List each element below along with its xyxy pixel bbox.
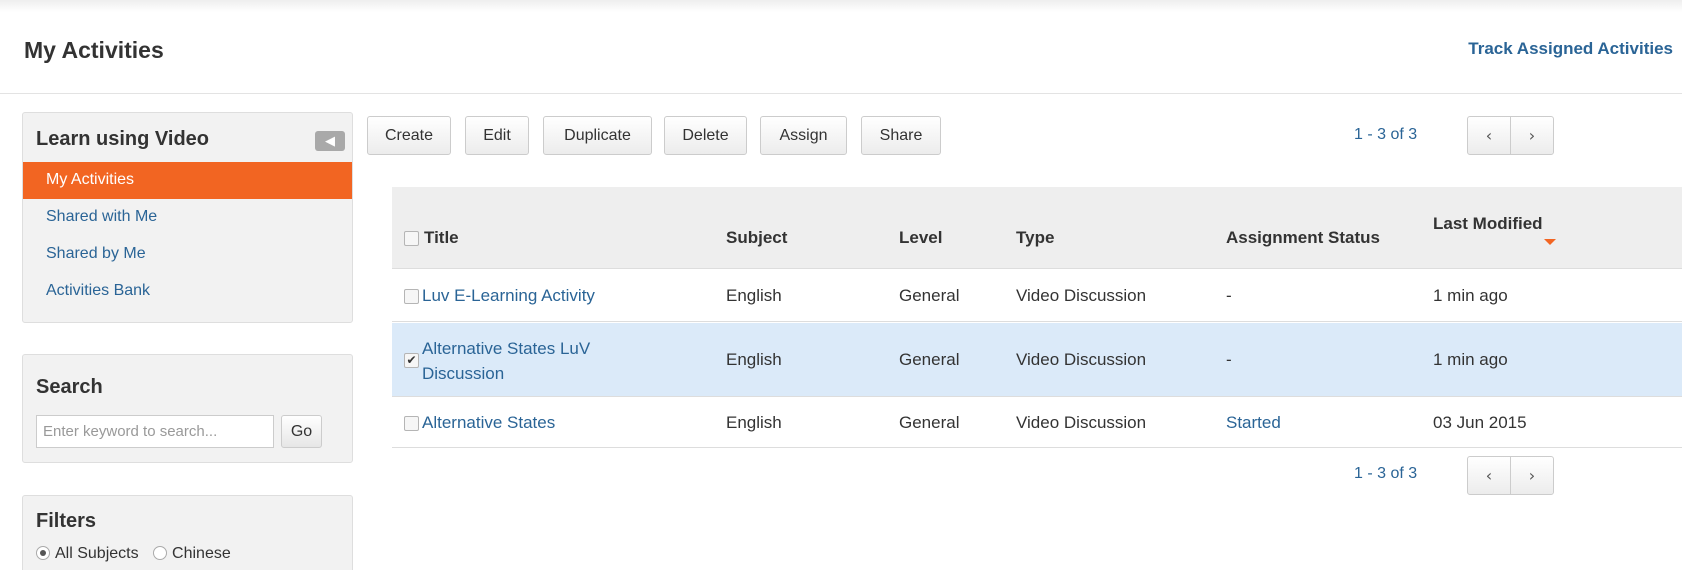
nav-list: My Activities Shared with Me Shared by M…	[23, 162, 352, 310]
filter-option-label: Chinese	[172, 545, 231, 562]
row-status-link[interactable]: Started	[1226, 413, 1281, 433]
create-button[interactable]: Create	[367, 116, 451, 155]
table-row[interactable]: ✔ Alternative States LuV Discussion Engl…	[392, 323, 1682, 397]
row-status: -	[1226, 350, 1232, 369]
row-last-modified: 1 min ago	[1433, 286, 1508, 305]
row-subject: English	[726, 413, 782, 432]
row-title-link[interactable]: Alternative States	[422, 413, 555, 433]
row-level: General	[899, 413, 960, 432]
nav-panel-title: Learn using Video	[36, 128, 209, 150]
row-subject: English	[726, 286, 782, 305]
select-all-checkbox[interactable]	[404, 231, 419, 246]
search-input[interactable]	[36, 415, 274, 448]
sidebar-item-shared-with-me[interactable]: Shared with Me	[23, 199, 352, 236]
row-last-modified: 1 min ago	[1433, 350, 1508, 369]
pagination-range-top: 1 - 3 of 3	[1354, 126, 1418, 143]
row-checkbox[interactable]	[404, 289, 419, 304]
table-header: Title Subject Level Type Assignment Stat…	[392, 187, 1682, 269]
row-type: Video Discussion	[1016, 286, 1147, 305]
column-header-type[interactable]: Type	[1016, 228, 1054, 248]
row-status: -	[1226, 286, 1232, 305]
filter-option-all-subjects[interactable]: All Subjects	[36, 545, 139, 562]
activities-nav-panel: Learn using Video ◀ My Activities Shared…	[22, 112, 353, 323]
column-header-assignment-status[interactable]: Assignment Status	[1226, 228, 1380, 248]
radio-unchecked-icon[interactable]	[153, 546, 168, 560]
column-header-title[interactable]: Title	[424, 228, 459, 248]
delete-button[interactable]: Delete	[664, 116, 747, 155]
track-assigned-activities-link[interactable]: Track Assigned Activities	[1468, 39, 1673, 59]
row-level: General	[899, 350, 960, 369]
page-header: My Activities Track Assigned Activities	[0, 10, 1682, 94]
duplicate-button[interactable]: Duplicate	[543, 116, 652, 155]
filter-option-label: All Subjects	[55, 545, 139, 562]
row-type: Video Discussion	[1016, 350, 1147, 369]
row-checkbox[interactable]	[404, 416, 419, 431]
chevron-left-icon[interactable]: ◀	[315, 131, 345, 151]
share-button[interactable]: Share	[861, 116, 941, 155]
column-header-last-modified[interactable]: Last Modified	[1433, 214, 1543, 234]
search-panel-title: Search	[36, 376, 103, 398]
chevron-left-icon[interactable]: ‹	[1467, 116, 1511, 155]
table-row[interactable]: Alternative States English General Video…	[392, 398, 1682, 448]
row-level: General	[899, 286, 960, 305]
sidebar-item-activities-bank[interactable]: Activities Bank	[23, 273, 352, 310]
edit-button[interactable]: Edit	[465, 116, 529, 155]
search-panel: Search Go	[22, 354, 353, 463]
row-last-modified: 03 Jun 2015	[1433, 413, 1527, 432]
column-header-subject[interactable]: Subject	[726, 228, 787, 248]
page-title: My Activities	[24, 37, 164, 63]
row-title-link[interactable]: Alternative States LuV Discussion	[422, 336, 652, 386]
table-row[interactable]: Luv E-Learning Activity English General …	[392, 270, 1682, 322]
column-header-level[interactable]: Level	[899, 228, 942, 248]
row-checkbox-checked[interactable]: ✔	[404, 353, 419, 368]
row-type: Video Discussion	[1016, 413, 1147, 432]
filter-options: All Subjects Chinese	[36, 545, 241, 563]
chevron-right-icon[interactable]: ›	[1510, 116, 1554, 155]
go-button[interactable]: Go	[281, 415, 322, 448]
radio-checked-icon[interactable]	[36, 546, 50, 560]
filters-panel: Filters All Subjects Chinese	[22, 495, 353, 570]
row-subject: English	[726, 350, 782, 369]
pagination-range-bottom: 1 - 3 of 3	[1354, 465, 1418, 482]
chevron-right-icon[interactable]: ›	[1510, 456, 1554, 495]
sidebar-item-shared-by-me[interactable]: Shared by Me	[23, 236, 352, 273]
sidebar-item-my-activities[interactable]: My Activities	[23, 162, 352, 199]
filters-panel-title: Filters	[36, 510, 97, 532]
sort-descending-icon	[1544, 239, 1556, 245]
filter-option-chinese[interactable]: Chinese	[153, 545, 231, 562]
row-title-link[interactable]: Luv E-Learning Activity	[422, 286, 595, 306]
assign-button[interactable]: Assign	[760, 116, 847, 155]
chevron-left-icon[interactable]: ‹	[1467, 456, 1511, 495]
